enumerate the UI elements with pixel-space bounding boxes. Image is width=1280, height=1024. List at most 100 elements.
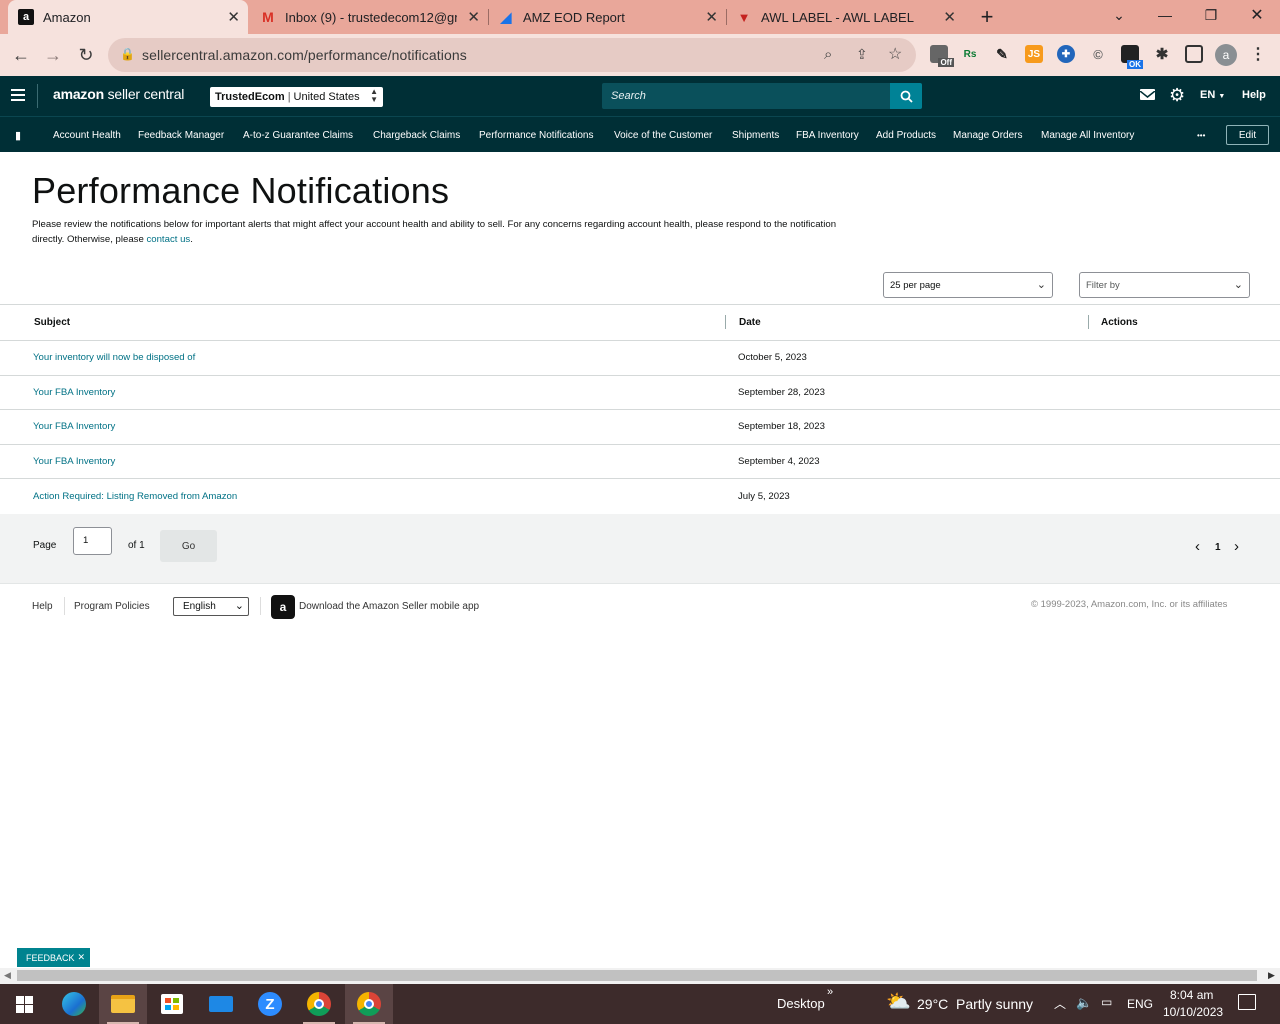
help-link[interactable]: Help bbox=[1242, 89, 1266, 101]
extension-c-icon[interactable]: © bbox=[1089, 45, 1107, 63]
nav-fba-inventory[interactable]: FBA Inventory bbox=[796, 117, 859, 153]
extension-pen-icon[interactable]: ✎ bbox=[993, 45, 1011, 63]
clock-date[interactable]: 10/10/2023 bbox=[1163, 1005, 1223, 1019]
tab-amazon[interactable]: a Amazon ✕ bbox=[8, 0, 248, 34]
nav-feedback-manager[interactable]: Feedback Manager bbox=[138, 117, 224, 153]
chrome-profile-a-icon[interactable] bbox=[345, 984, 393, 1024]
footer-help-link[interactable]: Help bbox=[32, 601, 53, 612]
close-tab-icon[interactable]: ✕ bbox=[705, 8, 718, 26]
address-bar[interactable]: 🔒 sellercentral.amazon.com/performance/n… bbox=[108, 38, 916, 72]
header-subject[interactable]: Subject bbox=[34, 305, 70, 340]
tab-search-icon[interactable]: ⌄ bbox=[1096, 0, 1142, 30]
extensions-puzzle-icon[interactable]: ✱ bbox=[1153, 45, 1171, 63]
input-language-indicator[interactable]: ENG bbox=[1127, 997, 1153, 1011]
browser-menu-icon[interactable]: ⋮ bbox=[1249, 45, 1267, 63]
notification-subject-link[interactable]: Your inventory will now be disposed of bbox=[33, 341, 195, 375]
close-tab-icon[interactable]: ✕ bbox=[227, 8, 240, 26]
notification-subject-link[interactable]: Your FBA Inventory bbox=[33, 445, 115, 479]
prev-page-icon[interactable]: ‹ bbox=[1195, 539, 1200, 554]
weather-description[interactable]: Partly sunny bbox=[956, 996, 1033, 1012]
mail-icon[interactable] bbox=[1139, 89, 1156, 100]
weather-partly-sunny-icon[interactable]: ⛅ bbox=[886, 992, 911, 1012]
hamburger-menu-icon[interactable] bbox=[11, 89, 25, 101]
nav-performance-notifications[interactable]: Performance Notifications bbox=[479, 117, 594, 153]
settings-gear-icon[interactable]: ⚙ bbox=[1169, 85, 1185, 106]
next-page-icon[interactable]: › bbox=[1234, 539, 1239, 554]
go-button[interactable]: Go bbox=[160, 530, 217, 562]
per-page-select[interactable]: 25 per page ⌄ bbox=[883, 272, 1053, 298]
show-hidden-icons-chevron-icon[interactable]: ︿ bbox=[1054, 995, 1066, 1012]
nav-shipments[interactable]: Shipments bbox=[732, 117, 779, 153]
more-options-icon[interactable]: ••• bbox=[1197, 117, 1205, 153]
clock-time[interactable]: 8:04 am bbox=[1170, 988, 1213, 1002]
scroll-right-icon[interactable]: ▶ bbox=[1268, 970, 1275, 981]
contact-us-link[interactable]: contact us bbox=[146, 234, 190, 245]
file-explorer-icon[interactable] bbox=[99, 984, 147, 1024]
bookmark-icon[interactable]: ▮ bbox=[15, 117, 21, 153]
search-button[interactable] bbox=[890, 83, 922, 109]
nav-chargeback-claims[interactable]: Chargeback Claims bbox=[373, 117, 460, 153]
filter-select[interactable]: Filter by ⌄ bbox=[1079, 272, 1250, 298]
edit-nav-button[interactable]: Edit bbox=[1226, 125, 1269, 145]
tab-awl-label[interactable]: ▼ AWL LABEL - AWL LABEL ✕ bbox=[726, 0, 964, 34]
microsoft-store-icon[interactable] bbox=[148, 984, 196, 1024]
seller-central-logo[interactable]: amazon seller central bbox=[53, 86, 184, 102]
current-page-number[interactable]: 1 bbox=[1215, 542, 1221, 553]
extension-ok-icon[interactable]: OK bbox=[1121, 45, 1143, 69]
feedback-close-icon[interactable]: ✕ bbox=[78, 952, 86, 963]
nav-account-health[interactable]: Account Health bbox=[53, 117, 121, 153]
forward-arrow-icon[interactable]: → bbox=[40, 42, 66, 68]
volume-icon[interactable]: 🔈 bbox=[1076, 995, 1092, 1011]
share-icon[interactable]: ⇪ bbox=[856, 46, 868, 63]
close-window-icon[interactable]: ✕ bbox=[1234, 0, 1280, 30]
header-date[interactable]: Date bbox=[739, 305, 761, 340]
desktop-toolbar-label[interactable]: Desktop bbox=[777, 996, 825, 1011]
bookmark-star-icon[interactable]: ☆ bbox=[888, 44, 902, 64]
close-tab-icon[interactable]: ✕ bbox=[467, 8, 480, 26]
edge-browser-icon[interactable] bbox=[50, 984, 98, 1024]
download-app-link[interactable]: Download the Amazon Seller mobile app bbox=[299, 601, 479, 612]
notification-subject-link[interactable]: Action Required: Listing Removed from Am… bbox=[33, 479, 237, 514]
new-tab-button[interactable]: + bbox=[974, 4, 1000, 30]
notification-subject-link[interactable]: Your FBA Inventory bbox=[33, 410, 115, 444]
notifications-center-icon[interactable] bbox=[1238, 994, 1256, 1010]
back-arrow-icon[interactable]: ← bbox=[8, 42, 34, 68]
extension-rs-icon[interactable]: Rs bbox=[961, 45, 979, 63]
page-number-input[interactable]: 1 bbox=[73, 527, 112, 555]
horizontal-scrollbar[interactable]: ◀ ▶ bbox=[0, 968, 1280, 984]
scrollbar-thumb[interactable] bbox=[17, 970, 1257, 981]
profile-avatar[interactable]: a bbox=[1215, 44, 1237, 66]
search-input[interactable]: Search bbox=[602, 83, 892, 109]
extension-js-icon[interactable]: JS bbox=[1025, 45, 1043, 63]
program-policies-link[interactable]: Program Policies bbox=[74, 601, 150, 612]
notification-subject-link[interactable]: Your FBA Inventory bbox=[33, 376, 115, 410]
nav-manage-all-inventory[interactable]: Manage All Inventory bbox=[1041, 117, 1134, 153]
nav-voice-of-customer[interactable]: Voice of the Customer bbox=[614, 117, 712, 153]
nav-atoz-claims[interactable]: A-to-z Guarantee Claims bbox=[243, 117, 353, 153]
language-selector[interactable]: EN ▼ bbox=[1200, 89, 1225, 101]
side-panel-icon[interactable] bbox=[1185, 45, 1203, 63]
seller-app-icon[interactable]: a bbox=[271, 595, 295, 619]
reload-icon[interactable]: ↻ bbox=[73, 42, 99, 68]
zoom-app-icon[interactable]: Z bbox=[246, 984, 294, 1024]
mail-app-icon[interactable] bbox=[197, 984, 245, 1024]
store-selector[interactable]: TrustedEcom | United States ▲ ▼ bbox=[210, 87, 383, 107]
tab-amz-eod-report[interactable]: ◢ AMZ EOD Report ✕ bbox=[488, 0, 726, 34]
extension-globe-icon[interactable]: ✚ bbox=[1057, 45, 1075, 63]
restore-icon[interactable]: ❐ bbox=[1188, 0, 1234, 30]
extension-off-icon[interactable]: Off bbox=[930, 45, 954, 67]
scroll-left-icon[interactable]: ◀ bbox=[4, 970, 11, 981]
minimize-icon[interactable]: — bbox=[1142, 0, 1188, 30]
footer-language-select[interactable]: English ⌄ bbox=[173, 597, 249, 616]
nav-add-products[interactable]: Add Products bbox=[876, 117, 936, 153]
windows-start-icon[interactable] bbox=[0, 984, 48, 1024]
weather-temperature[interactable]: 29°C bbox=[917, 996, 948, 1012]
chrome-profile-m-icon[interactable] bbox=[295, 984, 343, 1024]
network-icon[interactable]: ▭ bbox=[1101, 995, 1112, 1009]
tab-gmail[interactable]: M Inbox (9) - trustedecom12@gma ✕ bbox=[250, 0, 488, 34]
toolbar-expand-icon[interactable]: » bbox=[827, 986, 833, 998]
close-tab-icon[interactable]: ✕ bbox=[943, 8, 956, 26]
feedback-tab[interactable]: FEEDBACK ✕ bbox=[17, 948, 90, 967]
nav-manage-orders[interactable]: Manage Orders bbox=[953, 117, 1022, 153]
zoom-icon[interactable]: ⌕ bbox=[824, 46, 832, 63]
